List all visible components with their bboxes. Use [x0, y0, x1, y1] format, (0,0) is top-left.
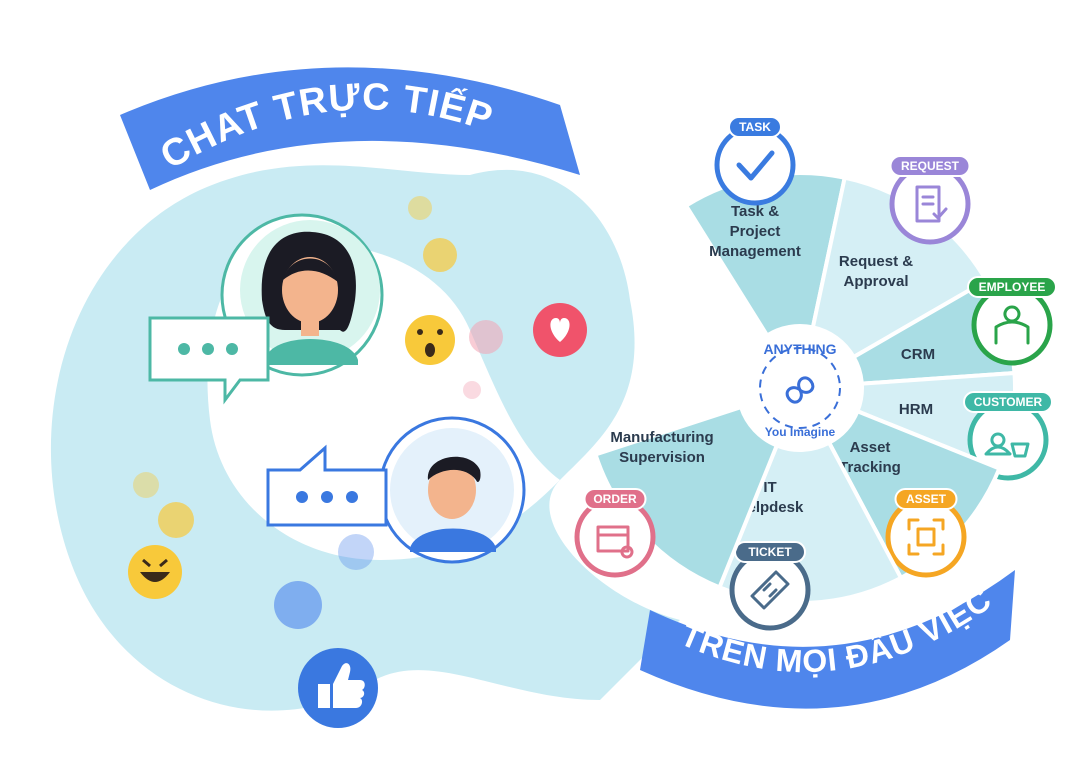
center-bottom-text: You Imagine [765, 425, 836, 439]
module-badge-request: REQUEST [889, 155, 971, 245]
center-hub: ANYTHING You Imagine [738, 326, 862, 450]
module-badge-task: TASK [714, 116, 796, 206]
module-badge-text-hrm: CUSTOMER [974, 395, 1043, 409]
typing-dots-icon [296, 491, 358, 503]
module-badge-text-request: REQUEST [901, 159, 960, 173]
module-label-crm: CRM [901, 346, 935, 363]
diagram-canvas: CHAT TRỰC TIẾP TRÊN MỌI ĐẦU VIỆC Task & P… [50, 67, 1057, 728]
man-avatar [378, 416, 526, 564]
typing-dots-icon [178, 343, 238, 355]
module-badge-text-crm: EMPLOYEE [979, 280, 1046, 294]
module-badge-text-asset: ASSET [906, 492, 947, 506]
module-badge-text-manufacturing: ORDER [593, 492, 637, 506]
module-badge-it: TICKET [729, 541, 811, 631]
center-top-text: ANYTHING [763, 341, 836, 357]
module-badge-manufacturing: ORDER [574, 488, 656, 578]
module-badge-text-task: TASK [739, 120, 771, 134]
module-badge-text-it: TICKET [748, 545, 792, 559]
module-badge-crm: EMPLOYEE [967, 276, 1057, 366]
module-label-hrm: HRM [899, 401, 933, 418]
module-badge-asset: ASSET [885, 488, 967, 578]
